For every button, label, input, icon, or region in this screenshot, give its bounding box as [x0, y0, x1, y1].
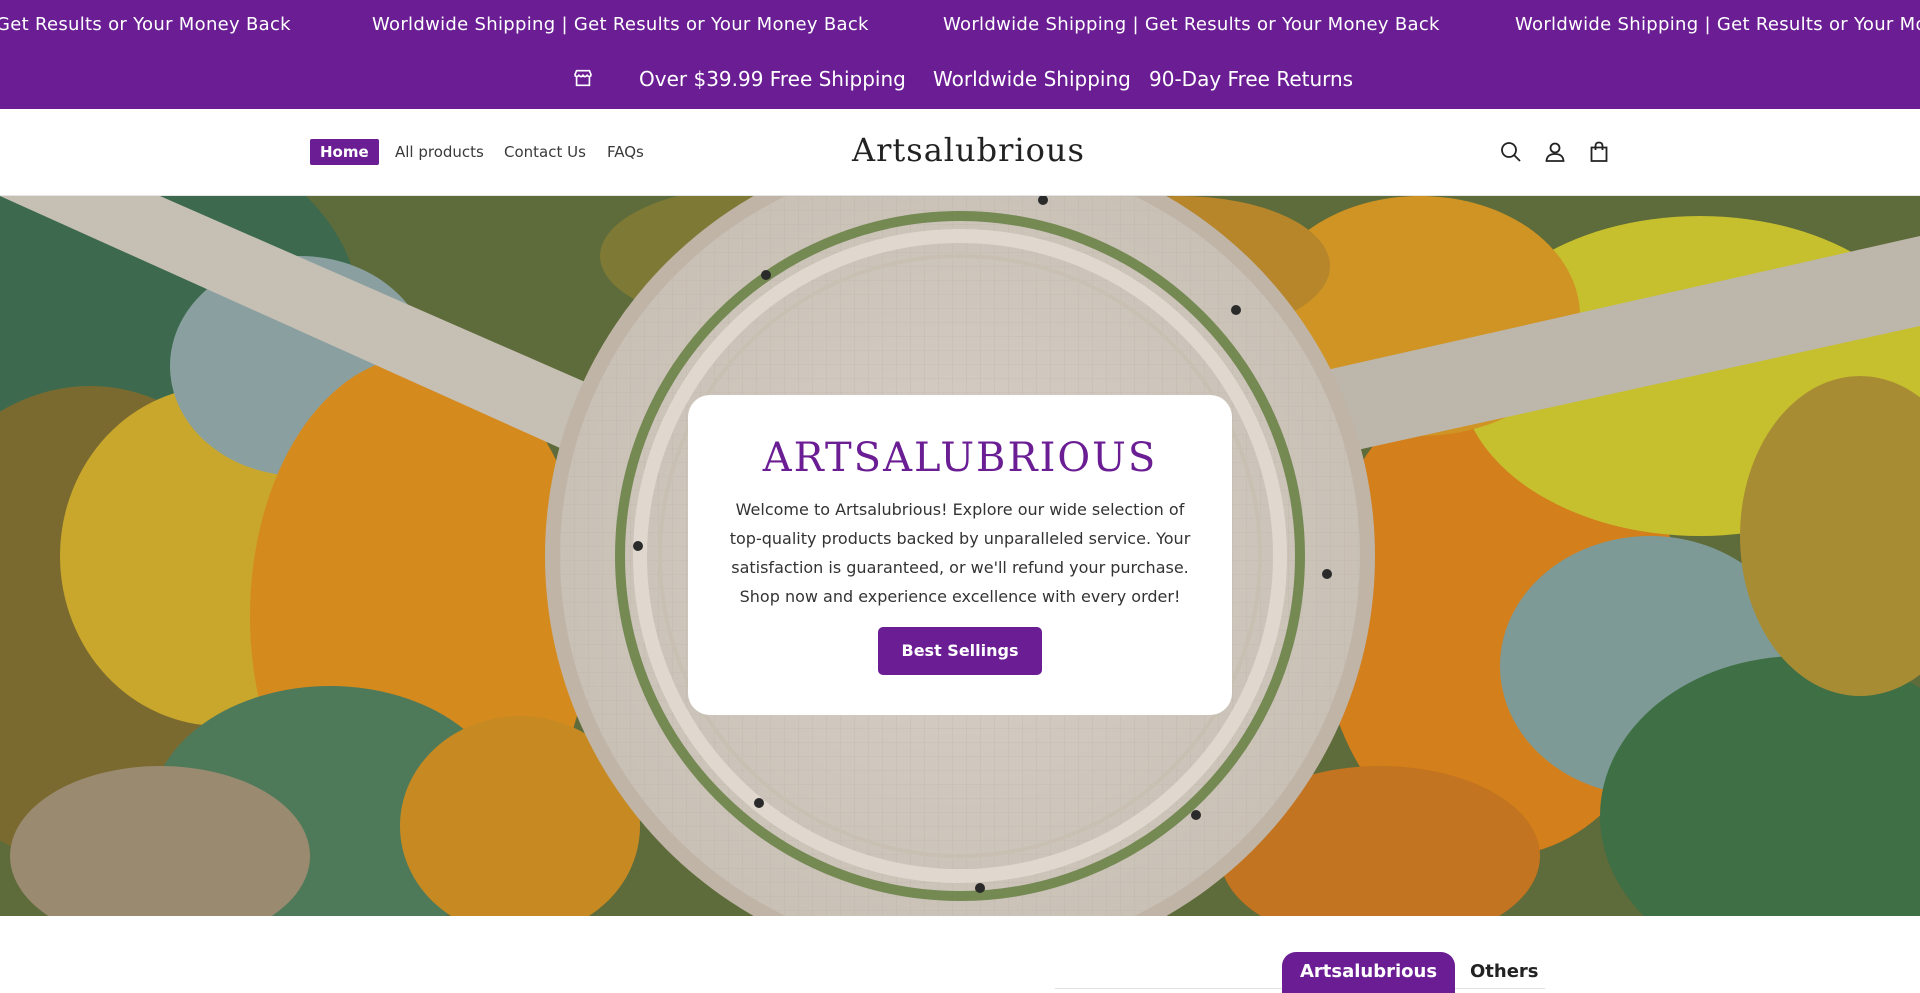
- nav-faqs[interactable]: FAQs: [607, 143, 644, 161]
- hero-description: Welcome to Artsalubrious! Explore our wi…: [729, 500, 1191, 606]
- tab-artsalubrious[interactable]: Artsalubrious: [1282, 952, 1455, 993]
- perk-worldwide-shipping: Worldwide Shipping: [933, 67, 1131, 91]
- best-sellings-button[interactable]: Best Sellings: [878, 627, 1042, 675]
- perk-free-returns: 90-Day Free Returns: [1149, 67, 1354, 91]
- site-header: Home All products Contact Us FAQs Artsal…: [0, 109, 1920, 196]
- marquee-item: Worldwide Shipping | Get Results or Your…: [372, 14, 869, 35]
- marquee-item: Worldwide Shipping | Get Results or Your…: [1515, 14, 1920, 35]
- hero-title: ARTSALUBRIOUS: [762, 435, 1158, 481]
- search-icon[interactable]: [1499, 140, 1523, 164]
- tab-others[interactable]: Others: [1470, 952, 1539, 992]
- site-logo[interactable]: Artsalubrious: [852, 131, 1085, 169]
- hero-card: ARTSALUBRIOUS Welcome to Artsalubrious! …: [688, 395, 1232, 715]
- marquee-item: Get Results or Your Money Back: [0, 14, 291, 35]
- nav-all-products[interactable]: All products: [395, 143, 484, 161]
- perk-free-shipping: Over $39.99 Free Shipping: [639, 67, 906, 91]
- nav-home[interactable]: Home: [310, 139, 379, 165]
- nav-contact-us[interactable]: Contact Us: [504, 143, 586, 161]
- cart-icon[interactable]: [1587, 140, 1611, 164]
- perks-bar: Over $39.99 Free Shipping Worldwide Ship…: [0, 50, 1920, 109]
- marquee-item: Worldwide Shipping | Get Results or Your…: [943, 14, 1440, 35]
- announcement-marquee: Get Results or Your Money Back Worldwide…: [0, 0, 1920, 50]
- account-icon[interactable]: [1543, 140, 1567, 164]
- store-icon: [573, 69, 593, 87]
- hero-banner: ARTSALUBRIOUS Welcome to Artsalubrious! …: [0, 196, 1920, 916]
